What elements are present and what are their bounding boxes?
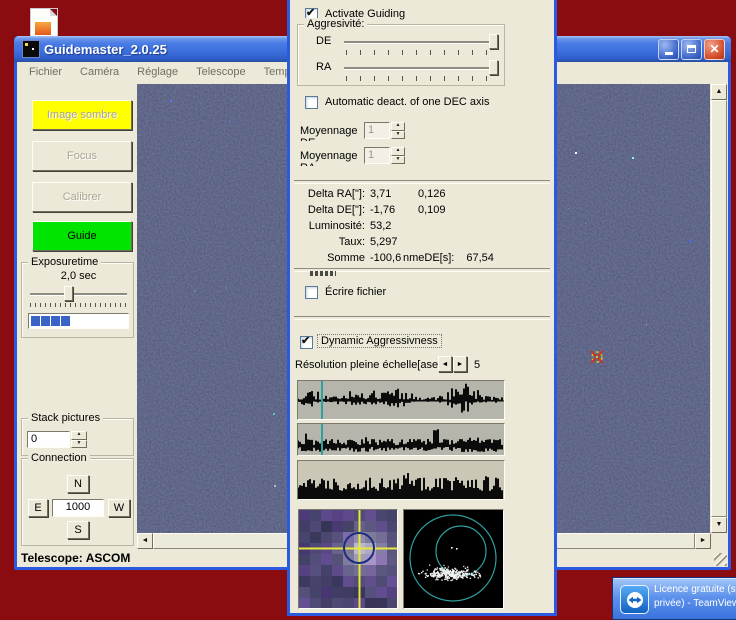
resolution-decrease-icon[interactable]: ◄ bbox=[438, 356, 452, 372]
minimize-icon bbox=[664, 52, 673, 55]
ra-aggressivity-slider[interactable] bbox=[344, 60, 498, 75]
de-aggressivity-slider[interactable] bbox=[344, 34, 498, 49]
minimize-button[interactable] bbox=[658, 38, 679, 60]
west-button[interactable]: W bbox=[108, 499, 130, 517]
exposure-ticks bbox=[30, 303, 128, 307]
resolution-value: 5 bbox=[474, 359, 481, 371]
menu-telescope[interactable]: Telescope bbox=[187, 64, 255, 80]
dark-frame-button[interactable]: Image sombre bbox=[32, 100, 132, 130]
spin-up-icon[interactable]: ▲ bbox=[71, 431, 87, 440]
vertical-scroll-thumb[interactable] bbox=[711, 100, 727, 517]
write-file-checkbox[interactable] bbox=[305, 286, 318, 299]
averaging-de-label: MoyennageDE bbox=[300, 125, 358, 141]
averaging-ra-spinner[interactable]: ▲ ▼ bbox=[391, 147, 405, 164]
scroll-right-icon[interactable]: ► bbox=[695, 533, 711, 549]
menu-fichier[interactable]: Fichier bbox=[20, 64, 71, 80]
ra-slider-label: RA bbox=[316, 61, 332, 73]
resize-grip[interactable] bbox=[714, 553, 727, 566]
scroll-up-icon[interactable]: ▲ bbox=[711, 84, 727, 100]
close-icon: ✕ bbox=[709, 42, 720, 56]
guiding-settings-panel: ✔ Activate Guiding Aggresivité: DE RA Au… bbox=[287, 0, 557, 616]
scroll-left-icon[interactable]: ◄ bbox=[137, 533, 153, 549]
exposure-slider[interactable] bbox=[30, 286, 127, 301]
stat-sum: Somme -100,6 nmeDE[s]: 67,54 bbox=[327, 252, 494, 264]
guide-star-closeup bbox=[298, 509, 398, 609]
check-icon: ✔ bbox=[301, 335, 311, 347]
east-button[interactable]: E bbox=[28, 499, 48, 517]
scroll-down-icon[interactable]: ▼ bbox=[711, 517, 727, 533]
clipped-text-fragment bbox=[310, 271, 336, 276]
stack-spinner[interactable]: ▲ ▼ bbox=[71, 431, 87, 448]
south-button[interactable]: S bbox=[67, 521, 89, 539]
exposure-group: Exposuretime 2,0 sec bbox=[21, 256, 134, 338]
de-slider-ticks bbox=[346, 50, 498, 55]
averaging-de-spinner[interactable]: ▲ ▼ bbox=[391, 122, 405, 139]
teamviewer-icon bbox=[620, 585, 649, 614]
stat-luminosity: Luminosité: 53,2 bbox=[308, 220, 392, 232]
spin-down-icon[interactable]: ▼ bbox=[391, 155, 405, 164]
teamviewer-toast[interactable]: Licence gratuite (s privée) - TeamView bbox=[612, 577, 736, 620]
ra-slider-ticks bbox=[346, 76, 498, 81]
vertical-scrollbar[interactable]: ▲ ▼ bbox=[711, 84, 727, 533]
exposure-slider-thumb[interactable] bbox=[64, 286, 73, 301]
north-button[interactable]: N bbox=[67, 475, 89, 493]
averaging-ra-field[interactable]: 1 bbox=[364, 147, 390, 164]
spin-up-icon[interactable]: ▲ bbox=[391, 147, 405, 156]
stack-group-label: Stack pictures bbox=[28, 412, 104, 424]
write-file-label: Écrire fichier bbox=[325, 286, 387, 298]
ra-error-histogram bbox=[297, 380, 505, 420]
stat-delta-ra: Delta RA["]: 3,71 0,126 bbox=[307, 188, 446, 200]
desktop: Guidemaster_2.0.25 ✕ Fichier Caméra Régl… bbox=[0, 0, 736, 620]
spin-down-icon[interactable]: ▼ bbox=[391, 130, 405, 139]
focus-button[interactable]: Focus bbox=[32, 141, 132, 171]
connection-group-label: Connection bbox=[28, 452, 90, 464]
ra-slider-thumb[interactable] bbox=[489, 60, 498, 75]
exposure-group-label: Exposuretime bbox=[28, 256, 102, 268]
separator bbox=[294, 316, 550, 320]
spin-down-icon[interactable]: ▼ bbox=[71, 439, 87, 448]
guide-button[interactable]: Guide bbox=[32, 221, 132, 251]
stack-group: Stack pictures 0 ▲ ▼ bbox=[21, 412, 134, 456]
close-button[interactable]: ✕ bbox=[704, 38, 725, 60]
de-slider-label: DE bbox=[316, 35, 332, 47]
pulse-duration-field[interactable]: 1000 bbox=[52, 499, 104, 517]
file-preview-icon bbox=[35, 22, 51, 35]
averaging-de-field[interactable]: 1 bbox=[364, 122, 390, 139]
stack-count-field[interactable]: 0 bbox=[27, 431, 70, 448]
telescope-status: Telescope: ASCOM bbox=[21, 551, 131, 565]
menu-reglage[interactable]: Réglage bbox=[128, 64, 187, 80]
dynamic-aggressivness-label: Dynamic Aggressivness bbox=[317, 334, 442, 348]
auto-deact-label: Automatic deact. of one DEC axis bbox=[325, 96, 490, 108]
spin-up-icon[interactable]: ▲ bbox=[391, 122, 405, 131]
calibrate-button[interactable]: Calibrer bbox=[32, 182, 132, 212]
resolution-label: Résolution pleine échelle[asec]: bbox=[295, 359, 450, 371]
separator bbox=[294, 180, 550, 184]
averaging-ra-label: MoyennageRA bbox=[300, 150, 358, 166]
stat-delta-de: Delta DE["]: -1,76 0,109 bbox=[307, 204, 446, 216]
dynamic-aggressivness-checkbox[interactable]: ✔ bbox=[300, 335, 313, 349]
auto-deact-checkbox[interactable] bbox=[305, 96, 318, 109]
maximize-icon bbox=[687, 45, 696, 53]
exposure-value: 2,0 sec bbox=[60, 270, 97, 282]
aggressivity-group-label: Aggresivité: bbox=[304, 18, 368, 30]
connection-group: Connection N E 1000 W S bbox=[21, 452, 134, 546]
error-scatter-radar bbox=[403, 509, 504, 609]
maximize-button[interactable] bbox=[681, 38, 702, 60]
exposure-progressbar bbox=[28, 313, 129, 329]
toast-message: Licence gratuite (s privée) - TeamView bbox=[654, 584, 736, 609]
aggressivity-group: Aggresivité: DE RA bbox=[297, 18, 505, 86]
page-fold-icon bbox=[50, 9, 57, 16]
de-slider-thumb[interactable] bbox=[489, 34, 498, 49]
stat-rate: Taux: 5,297 bbox=[338, 236, 398, 248]
de-error-histogram bbox=[297, 423, 505, 456]
luminosity-histogram bbox=[297, 460, 505, 500]
app-icon bbox=[22, 40, 40, 58]
menu-camera[interactable]: Caméra bbox=[71, 64, 128, 80]
resolution-increase-icon[interactable]: ► bbox=[453, 356, 467, 372]
